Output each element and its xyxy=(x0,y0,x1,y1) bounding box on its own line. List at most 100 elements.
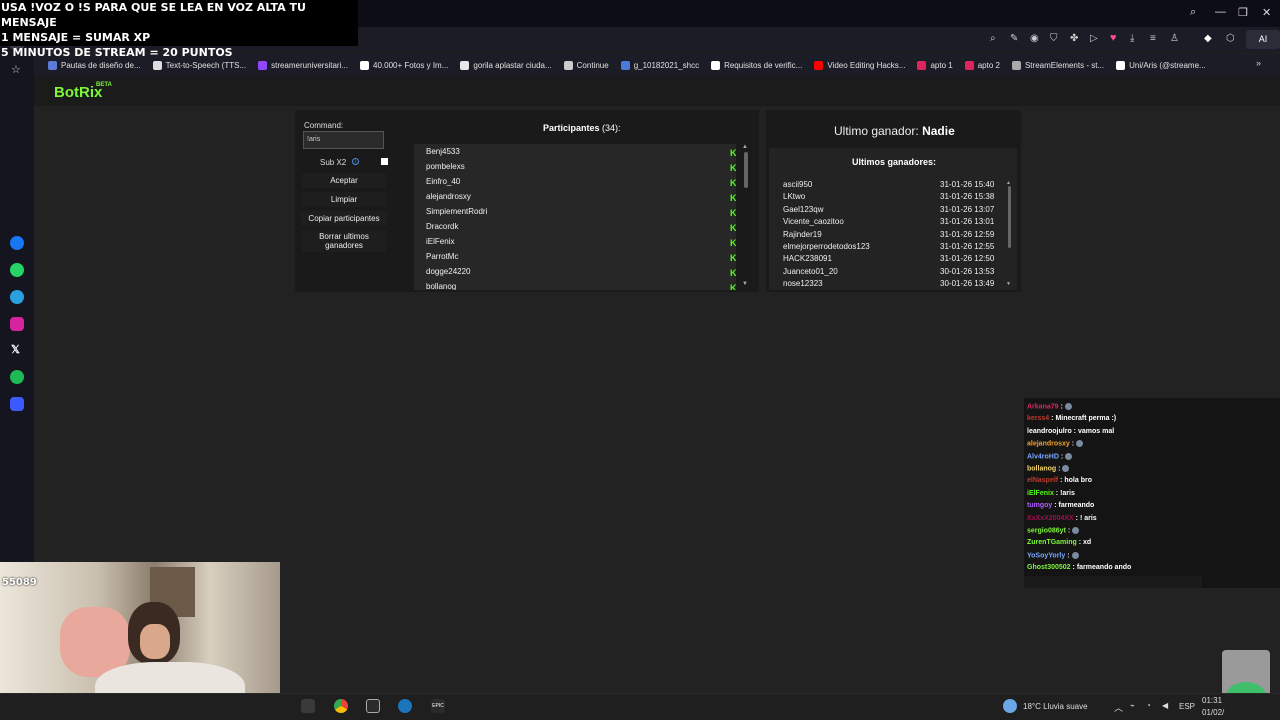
winner-date: 31-01-26 13:07 xyxy=(940,204,995,214)
command-label: Command: xyxy=(304,121,344,130)
chat-text: ! aris xyxy=(1079,514,1097,522)
accept-button[interactable]: Aceptar xyxy=(302,173,386,188)
wifi-icon[interactable]: ◔ xyxy=(1146,701,1151,710)
spotify-icon[interactable] xyxy=(10,370,24,384)
sub-x2-checkbox[interactable] xyxy=(381,158,388,165)
participant-row[interactable]: bollanog K xyxy=(426,282,736,290)
delete-winners-button[interactable]: Borrar ultimos ganadores xyxy=(302,230,386,252)
play-icon[interactable]: ▷ xyxy=(1090,33,1098,44)
participant-name: SimpiementRodri xyxy=(426,207,488,216)
bookmark-item[interactable]: Requisitos de verific... xyxy=(705,56,808,74)
chrome-icon[interactable] xyxy=(334,699,348,713)
menu-icon[interactable]: ≡ xyxy=(1150,33,1156,44)
scroll-down-arrow[interactable]: ▼ xyxy=(742,281,748,287)
tray-chevron-icon[interactable]: ︿ xyxy=(1114,701,1123,714)
winners-scroll-up[interactable]: ▲ xyxy=(1006,180,1011,186)
calculator-icon[interactable] xyxy=(366,699,380,713)
cube-icon[interactable]: ⬡ xyxy=(1226,33,1235,44)
x-icon[interactable]: 𝕏 xyxy=(11,343,20,356)
last-winner: Ultimo ganador: Nadie xyxy=(834,124,955,138)
usb-icon[interactable]: ⌁ xyxy=(1130,701,1135,710)
steam-icon[interactable] xyxy=(398,699,412,713)
winner-date: 30-01-26 13:53 xyxy=(940,266,995,276)
messenger-icon[interactable] xyxy=(10,236,24,250)
bookmark-label: streameruniversitari... xyxy=(271,60,349,70)
chat-message: Alv4roHD : xyxy=(1027,452,1073,460)
participant-row[interactable]: pombelexs K xyxy=(426,162,736,176)
chat-text: vamos mal xyxy=(1077,427,1115,435)
participant-row[interactable]: dogge24220 K xyxy=(426,267,736,281)
winner-date: 31-01-26 12:55 xyxy=(940,242,995,251)
participants-scrollbar[interactable] xyxy=(744,152,748,188)
star-icon[interactable]: ☆ xyxy=(11,63,21,76)
app-icon[interactable] xyxy=(301,699,315,713)
scroll-up-arrow[interactable]: ▲ xyxy=(742,144,748,150)
winners-scroll-down[interactable]: ▼ xyxy=(1006,281,1011,287)
bookmark-label: gorila aplastar ciuda... xyxy=(473,60,552,70)
volume-icon[interactable]: ◀ xyxy=(1162,701,1168,710)
epic-games-icon[interactable]: EPIC xyxy=(431,699,445,713)
zoom-icon[interactable]: ⌕ xyxy=(990,33,996,44)
bookmark-item[interactable]: StreamElements - st... xyxy=(1006,56,1110,74)
winner-name: HACK238091 xyxy=(783,254,832,264)
language-indicator[interactable]: ESP xyxy=(1179,702,1195,711)
chat-username: tumgoy xyxy=(1027,502,1053,510)
search-icon[interactable]: ⌕ xyxy=(1190,6,1196,19)
telegram-icon[interactable] xyxy=(10,290,24,304)
winner-name: Gael123qw xyxy=(783,204,824,214)
player-icon[interactable] xyxy=(10,397,24,411)
chat-text: hola bro xyxy=(1064,477,1092,485)
bookmarks-overflow-icon[interactable]: » xyxy=(1256,58,1261,68)
participant-row[interactable]: iElFenix K xyxy=(426,237,736,251)
bookmark-label: apto 2 xyxy=(977,60,1000,70)
edit-icon[interactable]: ✎ xyxy=(1010,33,1018,44)
bookmark-item[interactable]: g_10182021_shcc xyxy=(615,56,705,74)
copy-participants-button[interactable]: Copiar participantes xyxy=(301,211,387,226)
bookmark-item[interactable]: Continue xyxy=(558,56,615,74)
camera-icon[interactable]: ◉ xyxy=(1030,33,1039,44)
participant-name: Einfro_40 xyxy=(426,177,461,186)
heart-icon[interactable]: ♥ xyxy=(1110,32,1117,44)
command-input[interactable]: !aris xyxy=(303,131,384,149)
diamond-icon[interactable]: ◆ xyxy=(1204,33,1212,44)
chat-message: alejandrosxy : xyxy=(1027,440,1084,448)
participant-row[interactable]: SimpiementRodri K xyxy=(426,207,736,221)
clock-time[interactable]: 01:31 xyxy=(1202,696,1222,705)
ai-button[interactable]: AI xyxy=(1246,30,1280,49)
kick-platform-icon: K xyxy=(730,148,736,158)
kick-platform-icon: K xyxy=(730,283,736,290)
bookmark-item[interactable]: 40.000+ Fotos y Im... xyxy=(354,56,454,74)
maximize-button[interactable]: ❐ xyxy=(1238,6,1248,19)
minimize-button[interactable]: — xyxy=(1215,6,1226,18)
clear-button[interactable]: Limpiar xyxy=(302,192,386,207)
extension-icon[interactable]: ✤ xyxy=(1070,33,1078,44)
profile-icon[interactable]: ♙ xyxy=(1170,33,1179,44)
bookmark-icon xyxy=(711,60,721,70)
overlay-line-2: 1 MENSAJE = SUMAR XP xyxy=(1,31,151,44)
bookmark-item[interactable]: apto 1 xyxy=(911,56,958,74)
instagram-icon[interactable] xyxy=(10,317,24,331)
clock-date[interactable]: 01/02/ xyxy=(1202,708,1224,717)
participants-list[interactable]: Benj4533 Kpombelexs K Einfro_40 Kalejandrosx… xyxy=(414,144,736,290)
bookmark-item[interactable]: gorila aplastar ciuda... xyxy=(454,56,557,74)
weather-text[interactable]: 18°C Lluvia suave xyxy=(1023,702,1088,711)
close-button[interactable]: ✕ xyxy=(1262,6,1271,19)
winners-scrollbar[interactable] xyxy=(1008,186,1011,248)
participant-row[interactable]: alejandrosxy K xyxy=(426,192,736,206)
whatsapp-icon[interactable] xyxy=(10,263,24,277)
participant-row[interactable]: Benj4533 K xyxy=(426,147,736,161)
chat-username: iElFenix xyxy=(1027,489,1054,497)
bookmark-item[interactable]: Video Editing Hacks... xyxy=(808,56,911,74)
bookmark-item[interactable]: apto 2 xyxy=(959,56,1006,74)
kick-platform-icon: K xyxy=(730,253,736,263)
chat-message: YoSoyYorly : xyxy=(1027,551,1079,560)
bookmark-item[interactable]: Uni/Aris (@streame... xyxy=(1110,56,1212,74)
chat-separator: : xyxy=(1065,552,1072,560)
participant-row[interactable]: ParrotMc K xyxy=(426,252,736,266)
shield-icon[interactable]: ⛉ xyxy=(1050,33,1058,44)
participant-row[interactable]: Dracordk K xyxy=(426,222,736,236)
download-icon[interactable]: ⤓ xyxy=(1130,33,1134,44)
bookmark-icon xyxy=(152,60,162,70)
participant-row[interactable]: Einfro_40 K xyxy=(426,177,736,191)
info-icon[interactable]: i xyxy=(352,158,359,165)
